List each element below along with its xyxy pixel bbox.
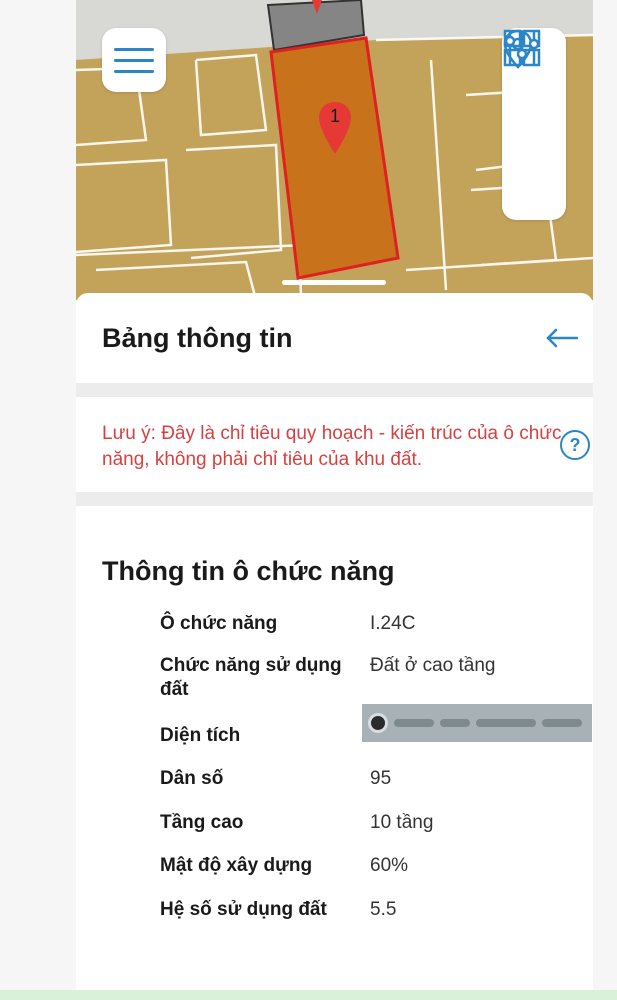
back-button[interactable] bbox=[544, 323, 580, 353]
info-label: Dân số bbox=[160, 768, 224, 789]
info-label: Ô chức năng bbox=[160, 613, 278, 634]
planning-note: Lưu ý: Đây là chỉ tiêu quy hoạch - kiến … bbox=[102, 423, 562, 470]
section-title: Thông tin ô chức năng bbox=[102, 556, 395, 586]
help-icon[interactable]: ? bbox=[560, 430, 590, 460]
info-value: 5.5 bbox=[370, 899, 397, 920]
app-screen: 1 Bảng thông tin Lưu ý: Đây là chỉ tiêu … bbox=[76, 0, 593, 1000]
drag-handle[interactable] bbox=[282, 280, 386, 285]
sliders-icon bbox=[504, 31, 540, 65]
menu-button[interactable] bbox=[102, 28, 166, 92]
arrow-left-icon bbox=[546, 328, 579, 348]
info-value: Đất ở cao tầng bbox=[370, 655, 496, 676]
redacted-logo bbox=[368, 713, 388, 733]
locate-button[interactable] bbox=[503, 29, 556, 146]
info-label: Hệ số sử dụng đất bbox=[160, 899, 327, 920]
info-value: 60% bbox=[370, 855, 409, 876]
info-label: Mật độ xây dựng bbox=[160, 855, 313, 876]
info-value: I.24C bbox=[370, 613, 416, 634]
info-label: Diện tích bbox=[160, 725, 241, 746]
map-tools bbox=[502, 28, 566, 220]
zone-info-card: Thông tin ô chức năng Ô chức năng I.24C … bbox=[76, 506, 593, 1000]
filter-button[interactable] bbox=[504, 31, 556, 205]
info-label: Tầng cao bbox=[160, 812, 244, 833]
menu-icon bbox=[114, 47, 154, 51]
info-label: Chức năng sử dụng đất bbox=[160, 655, 342, 700]
panel-title: Bảng thông tin bbox=[102, 323, 293, 353]
note-card: Lưu ý: Đây là chỉ tiêu quy hoạch - kiến … bbox=[76, 397, 593, 492]
bottom-edge bbox=[0, 990, 617, 1000]
map-marker-label: 1 bbox=[329, 106, 340, 126]
info-value: 10 tầng bbox=[370, 812, 434, 833]
info-value: 95 bbox=[370, 768, 392, 789]
redacted-area-value bbox=[362, 704, 592, 742]
map-view[interactable]: 1 bbox=[76, 0, 593, 300]
info-panel-header: Bảng thông tin bbox=[76, 293, 593, 383]
